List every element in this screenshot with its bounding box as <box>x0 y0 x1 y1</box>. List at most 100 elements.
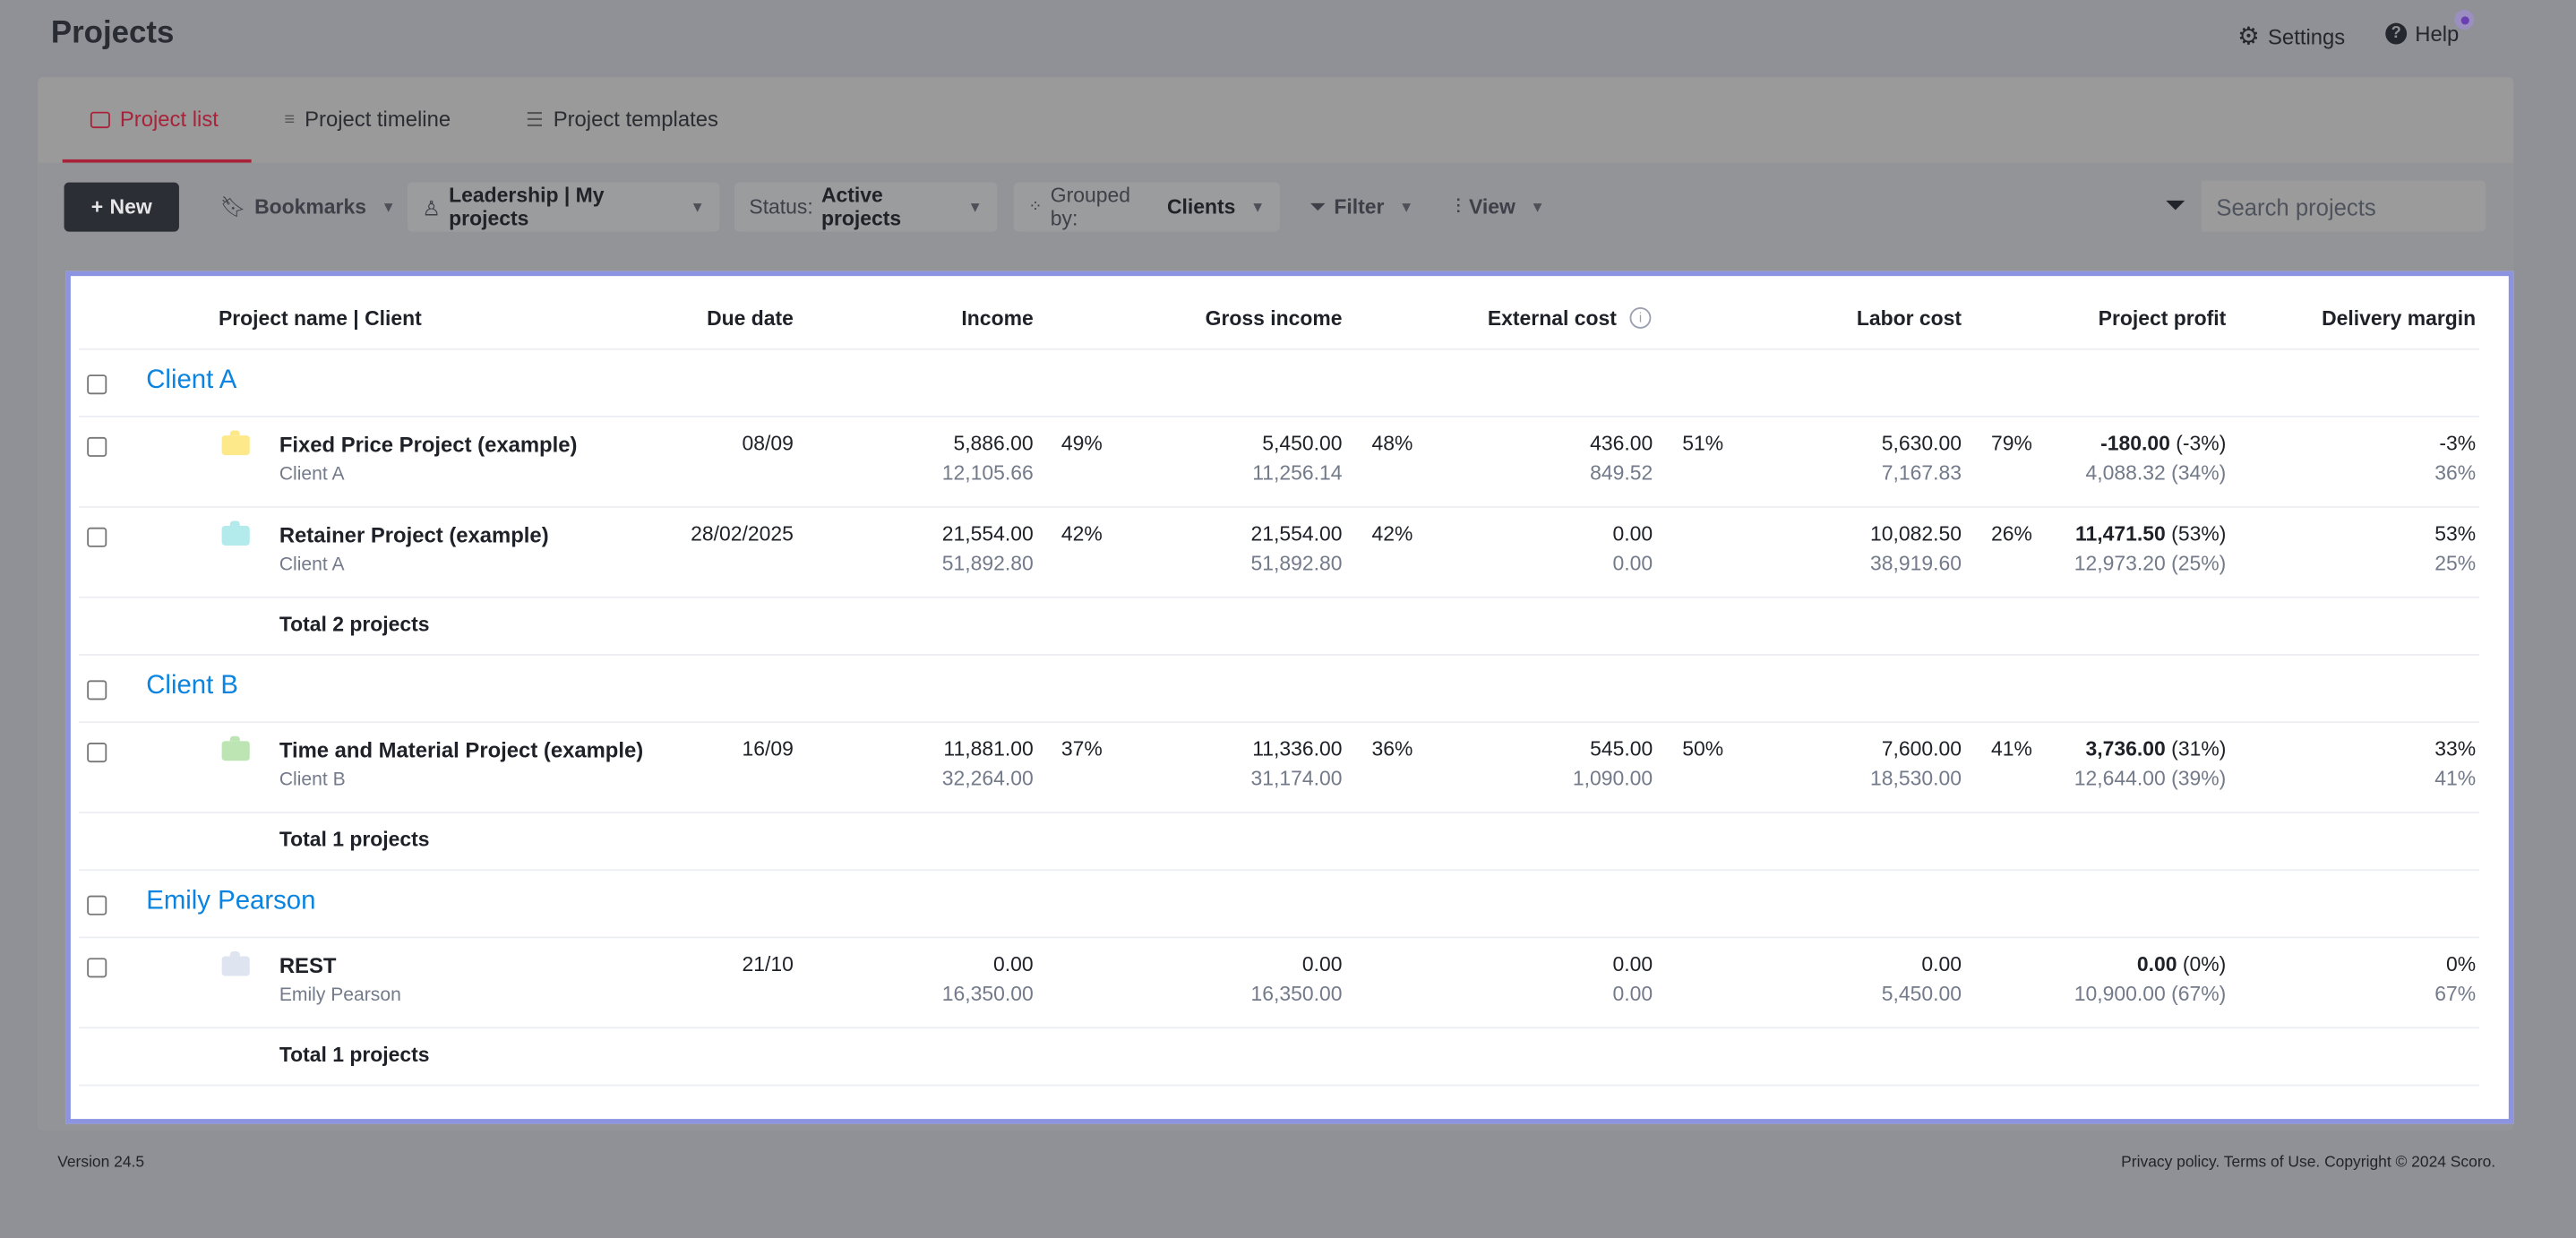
income-secondary: 12,105.66 <box>941 461 1034 486</box>
caret-down-icon: ▼ <box>1530 198 1545 216</box>
notification-dot <box>2454 10 2475 30</box>
caret-down-icon: ▼ <box>967 198 983 216</box>
income-value: 11,881.00 <box>943 737 1034 761</box>
gross-percent: 48% <box>1371 432 1413 456</box>
group-icon: ⁘ <box>1028 198 1043 217</box>
profit-percent: (0%) <box>2182 952 2227 976</box>
info-icon[interactable]: i <box>1629 306 1652 329</box>
labor-secondary: 5,450.00 <box>1881 982 1962 1006</box>
project-row: Fixed Price Project (example) Client A 08/… <box>79 416 2479 508</box>
filter-dropdown[interactable]: ⏷ Filter ▼ <box>1294 183 1428 232</box>
column-header[interactable]: Project name | Client <box>219 307 422 331</box>
profit-value: -180.00 <box>2100 432 2170 456</box>
column-header[interactable]: Labor cost <box>1857 307 1962 331</box>
table-header: Project name | Client Due date Income Gross… <box>79 276 2479 350</box>
project-client: Emily Pearson <box>279 985 401 1006</box>
ext-secondary: 849.52 <box>1590 461 1653 486</box>
labor-value: 7,600.00 <box>1881 737 1962 761</box>
column-header[interactable]: Delivery margin <box>2322 307 2476 331</box>
labor-percent: 26% <box>1991 522 2032 546</box>
column-header[interactable]: Gross income <box>1206 307 1343 331</box>
gross-secondary: 31,174.00 <box>1250 767 1343 791</box>
view-dropdown[interactable]: ⫶ View ▼ <box>1441 183 1560 232</box>
new-label: New <box>109 195 152 219</box>
income-secondary: 51,892.80 <box>941 552 1034 575</box>
settings-label: Settings <box>2268 23 2346 49</box>
income-secondary: 16,350.00 <box>941 982 1034 1006</box>
search-box: ⏷ <box>2149 180 2486 232</box>
project-name-link[interactable]: REST <box>279 953 337 978</box>
project-name-link[interactable]: Retainer Project (example) <box>279 522 549 547</box>
profit-secondary: 12,644.00 (39%) <box>2074 767 2227 791</box>
column-header[interactable]: Project profit <box>2099 307 2227 331</box>
profit-percent: (-3%) <box>2176 432 2227 456</box>
delivery-margin-secondary: 25% <box>2434 552 2477 575</box>
tab-project-timeline[interactable]: ≡ Project timeline <box>284 107 451 132</box>
status-value: Active projects <box>820 184 902 230</box>
row-checkbox[interactable] <box>87 436 107 457</box>
search-input[interactable] <box>2201 180 2483 232</box>
gross-secondary: 16,350.00 <box>1250 982 1343 1006</box>
legal-links[interactable]: Privacy policy. Terms of Use. Copyright … <box>2121 1154 2495 1172</box>
gross-value: 0.00 <box>1301 952 1343 976</box>
column-header[interactable]: Income <box>961 307 1033 331</box>
column-header[interactable]: Due date <box>707 307 794 331</box>
labor-secondary: 38,919.60 <box>1870 552 1962 575</box>
group-checkbox[interactable] <box>87 374 107 395</box>
profit-value: 0.00 <box>2136 952 2177 976</box>
bookmarks-dropdown[interactable]: 🔖︎ Bookmarks ▼ <box>205 183 410 232</box>
status-dropdown[interactable]: Status: Active projects ▼ <box>734 182 998 232</box>
group-name-link[interactable]: Client A <box>146 366 236 396</box>
due-date: 21/10 <box>742 952 794 976</box>
grouped-value: Clients <box>1166 195 1236 219</box>
search-filter-icon[interactable]: ⏷ <box>2149 180 2202 232</box>
income-value: 0.00 <box>993 952 1034 976</box>
project-name-link[interactable]: Time and Material Project (example) <box>279 738 643 763</box>
group-row: Client B <box>79 654 2479 724</box>
income-percent: 37% <box>1060 737 1103 761</box>
sliders-icon: ⫶ <box>1455 194 1461 219</box>
project-client: Client A <box>279 465 345 486</box>
delivery-margin: 33% <box>2434 737 2477 761</box>
gross-percent: 42% <box>1371 522 1413 546</box>
help-label: Help <box>2415 21 2460 47</box>
row-checkbox[interactable] <box>87 527 107 547</box>
tab-label: Project templates <box>553 107 718 132</box>
income-percent: 42% <box>1060 522 1103 546</box>
project-client: Client B <box>279 770 346 791</box>
new-project-button[interactable]: + New <box>64 182 179 232</box>
labor-value: 10,082.50 <box>1870 522 1962 546</box>
project-color-icon <box>221 430 250 456</box>
project-profit: 11,471.50 (53%) <box>2075 522 2226 546</box>
tab-project-list[interactable]: Project list <box>90 107 219 132</box>
projects-table: Project name | Client Due date Income Gross… <box>65 271 2514 1124</box>
labor-value: 5,630.00 <box>1881 432 1962 456</box>
grouped-by-dropdown[interactable]: ⁘ Grouped by: Clients ▼ <box>1013 182 1280 232</box>
project-client: Client A <box>279 555 345 575</box>
group-name-link[interactable]: Emily Pearson <box>146 887 315 916</box>
group-total: Total 1 projects <box>279 828 430 852</box>
caret-down-icon: ▼ <box>381 198 396 216</box>
ext-percent: 50% <box>1682 737 1724 761</box>
project-name-link[interactable]: Fixed Price Project (example) <box>279 432 578 457</box>
project-profit: 0.00 (0%) <box>2137 953 2226 976</box>
ext-value: 436.00 <box>1590 432 1653 456</box>
tab-label: Project list <box>119 107 219 132</box>
profit-value: 11,471.50 <box>2075 522 2166 546</box>
group-name-link[interactable]: Client B <box>146 672 238 701</box>
view-scope-dropdown[interactable]: ♙ Leadership | My projects ▼ <box>407 182 720 232</box>
row-checkbox[interactable] <box>87 958 107 978</box>
profit-value: 3,736.00 <box>2085 737 2166 761</box>
due-date: 28/02/2025 <box>691 522 794 546</box>
income-percent: 49% <box>1060 432 1103 456</box>
settings-button[interactable]: ⚙ Settings <box>2237 21 2345 51</box>
delivery-margin: 53% <box>2434 522 2477 546</box>
user-icon: ♙ <box>422 196 441 219</box>
tab-project-templates[interactable]: ☰ Project templates <box>526 107 718 132</box>
group-checkbox[interactable] <box>87 680 107 701</box>
column-header[interactable]: External cost <box>1488 307 1617 331</box>
bookmarks-label: Bookmarks <box>254 195 366 219</box>
row-checkbox[interactable] <box>87 743 107 763</box>
group-checkbox[interactable] <box>87 895 107 916</box>
help-button[interactable]: ? Help <box>2385 21 2460 47</box>
